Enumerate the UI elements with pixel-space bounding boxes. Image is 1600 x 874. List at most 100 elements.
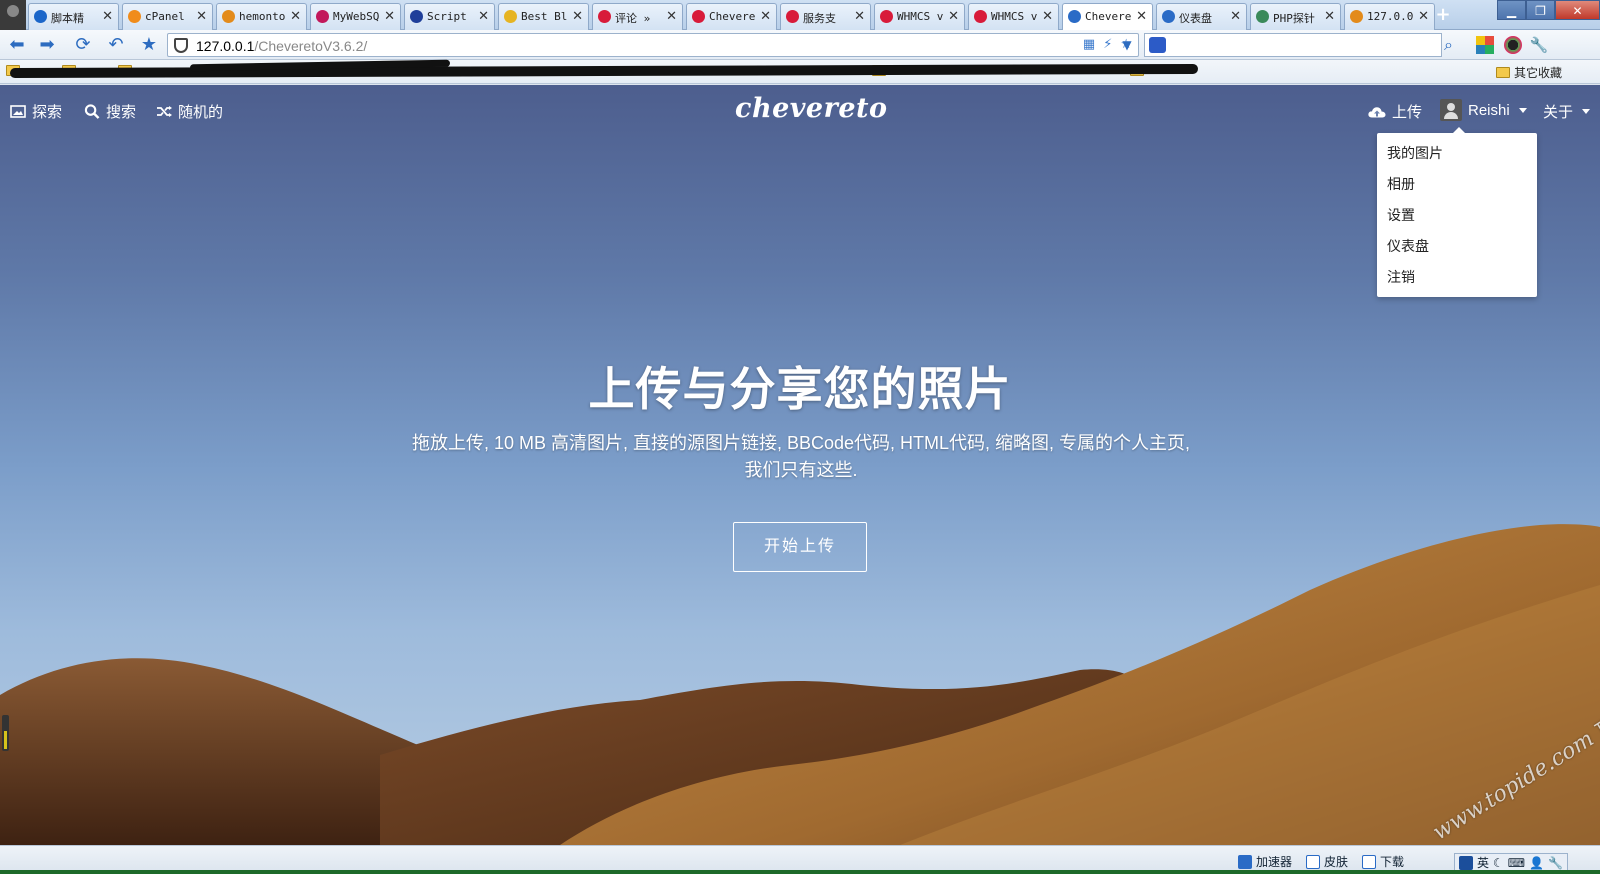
keyboard-icon[interactable]: ⌨ bbox=[1508, 856, 1525, 870]
moon-icon[interactable]: ☾ bbox=[1493, 856, 1504, 870]
browser-tab[interactable]: WHMCS v ✕ bbox=[874, 3, 965, 30]
undo-close-button[interactable]: ↶ bbox=[105, 34, 127, 56]
browser-tab[interactable]: hemonto ✕ bbox=[216, 3, 307, 30]
accelerator-button[interactable]: 加速器 bbox=[1238, 853, 1292, 870]
browser-avatar-button[interactable] bbox=[0, 0, 26, 30]
menu-item-albums[interactable]: 相册 bbox=[1377, 174, 1537, 205]
wrench-icon[interactable]: 🔧 bbox=[1548, 856, 1563, 870]
nav-search[interactable]: 搜索 bbox=[84, 101, 136, 122]
skin-button[interactable]: 皮肤 bbox=[1306, 853, 1348, 870]
tab-close-icon[interactable]: ✕ bbox=[384, 9, 395, 24]
cloud-upload-icon bbox=[1368, 107, 1386, 118]
tab-label: 仪表盘 bbox=[1179, 12, 1212, 25]
browser-tab[interactable]: cPanel ✕ bbox=[122, 3, 213, 30]
browser-tab[interactable]: 服务支 ✕ bbox=[780, 3, 871, 30]
site-navbar: 探索 搜索 随机的 chevereto 上传 Reishi 关于 bbox=[0, 85, 1600, 135]
browser-tab[interactable]: Chevere ✕ bbox=[686, 3, 777, 30]
shuffle-icon bbox=[157, 106, 172, 117]
other-bookmarks-label: 其它收藏 bbox=[1514, 66, 1563, 80]
user-icon[interactable]: 👤 bbox=[1529, 856, 1544, 870]
browser-tab[interactable]: Best Bl ✕ bbox=[498, 3, 589, 30]
accelerator-icon bbox=[1238, 854, 1252, 869]
minimize-button[interactable]: ▁ bbox=[1497, 0, 1526, 20]
other-bookmarks[interactable]: 其它收藏 bbox=[1496, 64, 1562, 81]
tab-close-icon[interactable]: ✕ bbox=[290, 9, 301, 24]
download-icon bbox=[1362, 854, 1376, 869]
start-upload-button[interactable]: 开始上传 bbox=[733, 522, 867, 572]
browser-tab[interactable]: Chevere ✕ bbox=[1062, 3, 1153, 31]
nav-random-label: 随机的 bbox=[178, 104, 224, 121]
menu-item-settings[interactable]: 设置 bbox=[1377, 205, 1537, 236]
download-button[interactable]: 下载 bbox=[1362, 853, 1404, 870]
menu-item-logout[interactable]: 注销 bbox=[1377, 267, 1537, 298]
browser-toolbar: ⬅ ➡ ⟳ ↶ ★ 127.0.0.1/CheveretoV3.6.2/ ▦ ⚡… bbox=[0, 30, 1600, 60]
favicon-icon bbox=[128, 10, 141, 23]
browser-tab[interactable]: PHP探针 ✕ bbox=[1250, 3, 1341, 30]
menu-item-my-images[interactable]: 我的图片 bbox=[1377, 143, 1537, 174]
window-close-button[interactable]: ✕ bbox=[1555, 0, 1600, 20]
tab-close-icon[interactable]: ✕ bbox=[666, 9, 677, 24]
tab-close-icon[interactable]: ✕ bbox=[478, 9, 489, 24]
tab-label: 127.0.0 bbox=[1367, 10, 1414, 23]
apps-grid-icon[interactable] bbox=[1476, 36, 1494, 54]
reload-button[interactable]: ⟳ bbox=[72, 34, 94, 56]
lightning-icon[interactable]: ⚡ bbox=[1103, 37, 1112, 52]
tab-close-icon[interactable]: ✕ bbox=[1042, 9, 1053, 24]
nav-random[interactable]: 随机的 bbox=[156, 101, 223, 122]
maximize-button[interactable]: ❐ bbox=[1526, 0, 1555, 20]
favicon-icon bbox=[34, 10, 47, 23]
nav-upload-label: 上传 bbox=[1392, 104, 1423, 121]
skin-label: 皮肤 bbox=[1324, 855, 1349, 869]
browser-tab[interactable]: WHMCS v ✕ bbox=[968, 3, 1059, 30]
wrench-settings-icon[interactable]: 🔧 bbox=[1528, 34, 1550, 56]
tab-close-icon[interactable]: ✕ bbox=[1136, 9, 1147, 24]
menu-item-dashboard[interactable]: 仪表盘 bbox=[1377, 236, 1537, 267]
tab-label: PHP探针 bbox=[1273, 12, 1315, 25]
tab-close-icon[interactable]: ✕ bbox=[1324, 9, 1335, 24]
caret-down-icon bbox=[1518, 107, 1527, 113]
caret-down-icon bbox=[1582, 109, 1591, 114]
favicon-icon bbox=[316, 10, 329, 23]
favicon-icon bbox=[880, 10, 893, 23]
nav-user-label: Reishi bbox=[1468, 101, 1510, 119]
ime-logo-icon bbox=[1459, 855, 1473, 870]
search-icon[interactable]: ⌕ bbox=[1444, 35, 1453, 55]
forward-button[interactable]: ➡ bbox=[36, 34, 58, 56]
browser-tab[interactable]: 脚本精 ✕ bbox=[28, 3, 119, 30]
ime-language-label: 英 bbox=[1477, 856, 1490, 870]
favicon-icon bbox=[504, 10, 517, 23]
browser-tab[interactable]: 评论 » ✕ bbox=[592, 3, 683, 30]
browser-tab[interactable]: MyWebSQ ✕ bbox=[310, 3, 401, 30]
address-url: 127.0.0.1/CheveretoV3.6.2/ bbox=[196, 38, 368, 54]
search-box[interactable] bbox=[1144, 33, 1442, 57]
browser-tab[interactable]: 仪表盘 ✕ bbox=[1156, 3, 1247, 30]
tab-close-icon[interactable]: ✕ bbox=[854, 9, 865, 24]
nav-user-menu[interactable]: Reishi bbox=[1440, 99, 1527, 121]
nav-upload[interactable]: 上传 bbox=[1368, 101, 1422, 122]
extension-icon[interactable] bbox=[1504, 36, 1522, 54]
tab-close-icon[interactable]: ✕ bbox=[760, 9, 771, 24]
address-dropdown-icon[interactable]: ▼ bbox=[1116, 34, 1138, 56]
tab-close-icon[interactable]: ✕ bbox=[948, 9, 959, 24]
nav-about[interactable]: 关于 bbox=[1543, 101, 1591, 122]
browser-tab[interactable]: Script ✕ bbox=[404, 3, 495, 30]
address-bar[interactable]: 127.0.0.1/CheveretoV3.6.2/ ▦ ⚡ ☆ bbox=[167, 33, 1139, 57]
tab-bar: 脚本精 ✕ cPanel ✕ hemonto ✕ MyWebSQ ✕ Script ✕ Best B… bbox=[0, 0, 1600, 31]
tab-close-icon[interactable]: ✕ bbox=[1230, 9, 1241, 24]
favorite-star-button[interactable]: ★ bbox=[138, 34, 160, 56]
site-logo[interactable]: chevereto bbox=[735, 93, 888, 124]
tab-close-icon[interactable]: ✕ bbox=[196, 9, 207, 24]
back-button[interactable]: ⬅ bbox=[6, 34, 28, 56]
new-tab-button[interactable]: + bbox=[1432, 4, 1454, 26]
tab-close-icon[interactable]: ✕ bbox=[102, 9, 113, 24]
nav-explore[interactable]: 探索 bbox=[10, 101, 62, 122]
tab-label: Chevere bbox=[709, 10, 756, 23]
tab-close-icon[interactable]: ✕ bbox=[572, 9, 583, 24]
favicon-icon bbox=[1068, 10, 1081, 23]
avatar bbox=[1440, 99, 1462, 121]
qr-code-icon[interactable]: ▦ bbox=[1083, 37, 1095, 52]
tab-close-icon[interactable]: ✕ bbox=[1418, 9, 1429, 24]
browser-tab[interactable]: 127.0.0 ✕ bbox=[1344, 3, 1435, 30]
shirt-icon bbox=[1306, 854, 1320, 869]
search-engine-icon[interactable] bbox=[1149, 37, 1166, 53]
